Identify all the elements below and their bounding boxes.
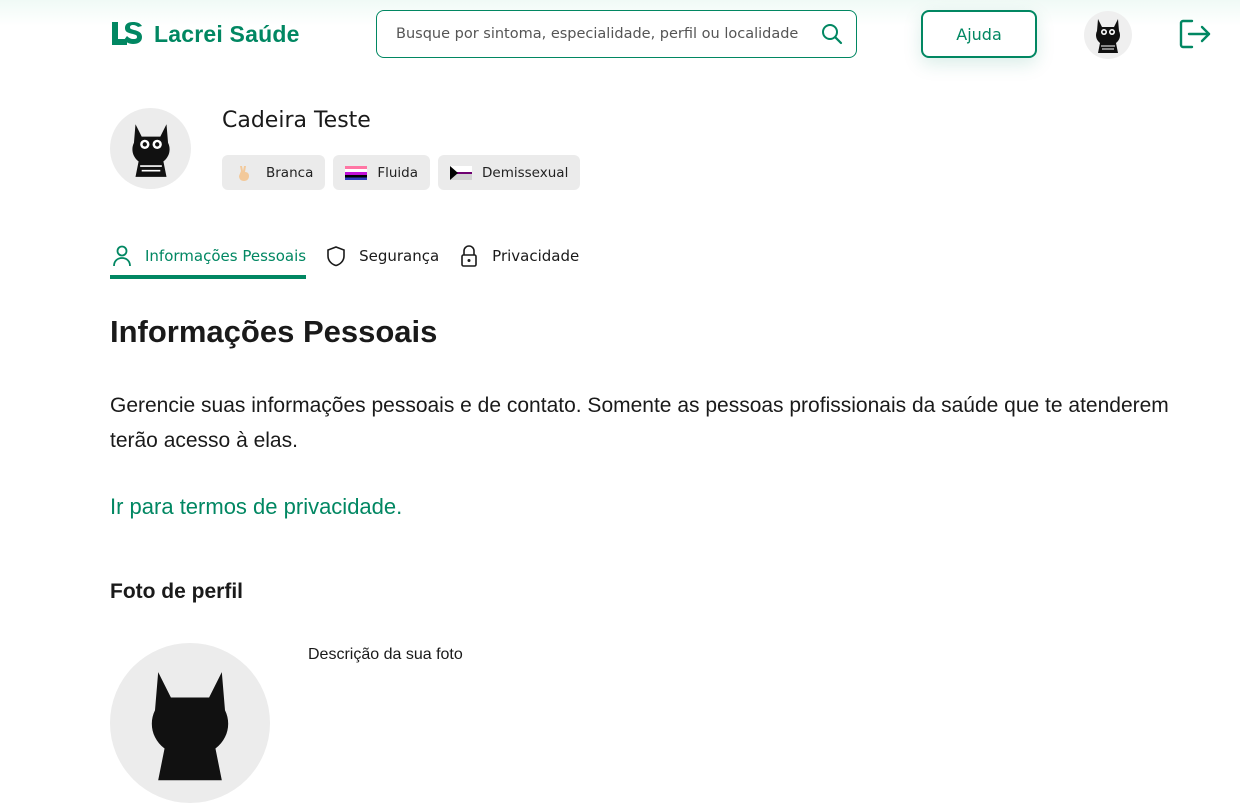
lacrei-logo-icon (112, 22, 142, 45)
tab-label: Privacidade (492, 247, 580, 265)
top-navigation-bar: Lacrei Saúde Ajuda (0, 0, 1240, 68)
photo-description-label: Descrição da sua foto (308, 646, 463, 663)
section-title: Informações Pessoais (110, 314, 438, 349)
section-description: Gerencie suas informações pessoais e de … (110, 394, 1169, 452)
privacy-terms-link[interactable]: Ir para termos de privacidade. (110, 494, 402, 520)
tab-label: Segurança (359, 247, 440, 265)
tag-gender: Fluida (333, 155, 431, 190)
tag-ethnicity: Branca (222, 155, 326, 190)
shield-icon (324, 244, 348, 268)
cat-avatar-icon (151, 672, 229, 781)
tab-security[interactable]: Segurança (324, 236, 439, 276)
tag-sexuality: Demissexual (438, 155, 581, 190)
identity-tags: Branca Fluida Demissexual (222, 155, 581, 190)
demisexual-flag-icon (450, 165, 473, 180)
profile-photo-heading: Foto de perfil (110, 580, 243, 603)
profile-name: Cadeira Teste (222, 108, 371, 133)
logo[interactable]: Lacrei Saúde (110, 20, 300, 48)
genderfluid-flag-icon (345, 165, 368, 180)
tag-label: Demissexual (482, 164, 569, 181)
tag-label: Branca (266, 164, 314, 181)
search-icon[interactable] (820, 22, 844, 46)
person-icon (110, 244, 134, 268)
profile-photo-large[interactable] (110, 643, 270, 803)
logo-text: Lacrei Saúde (154, 20, 300, 47)
tab-label: Informações Pessoais (145, 246, 307, 265)
logout-icon[interactable] (1176, 16, 1212, 52)
cat-avatar-icon (1096, 19, 1120, 53)
search-bar[interactable] (376, 10, 857, 58)
search-input[interactable] (396, 26, 820, 42)
hand-emoji-icon (234, 165, 256, 181)
help-button[interactable]: Ajuda (921, 10, 1037, 58)
lock-icon (457, 244, 481, 268)
tag-label: Fluida (377, 164, 419, 181)
tab-personal-info[interactable]: Informações Pessoais (110, 236, 307, 279)
profile-tabs: Informações Pessoais Segurança Privacida… (110, 236, 597, 280)
user-avatar[interactable] (1084, 11, 1132, 59)
profile-avatar (110, 108, 191, 189)
cat-avatar-icon (131, 123, 170, 177)
tab-privacy[interactable]: Privacidade (457, 236, 579, 276)
